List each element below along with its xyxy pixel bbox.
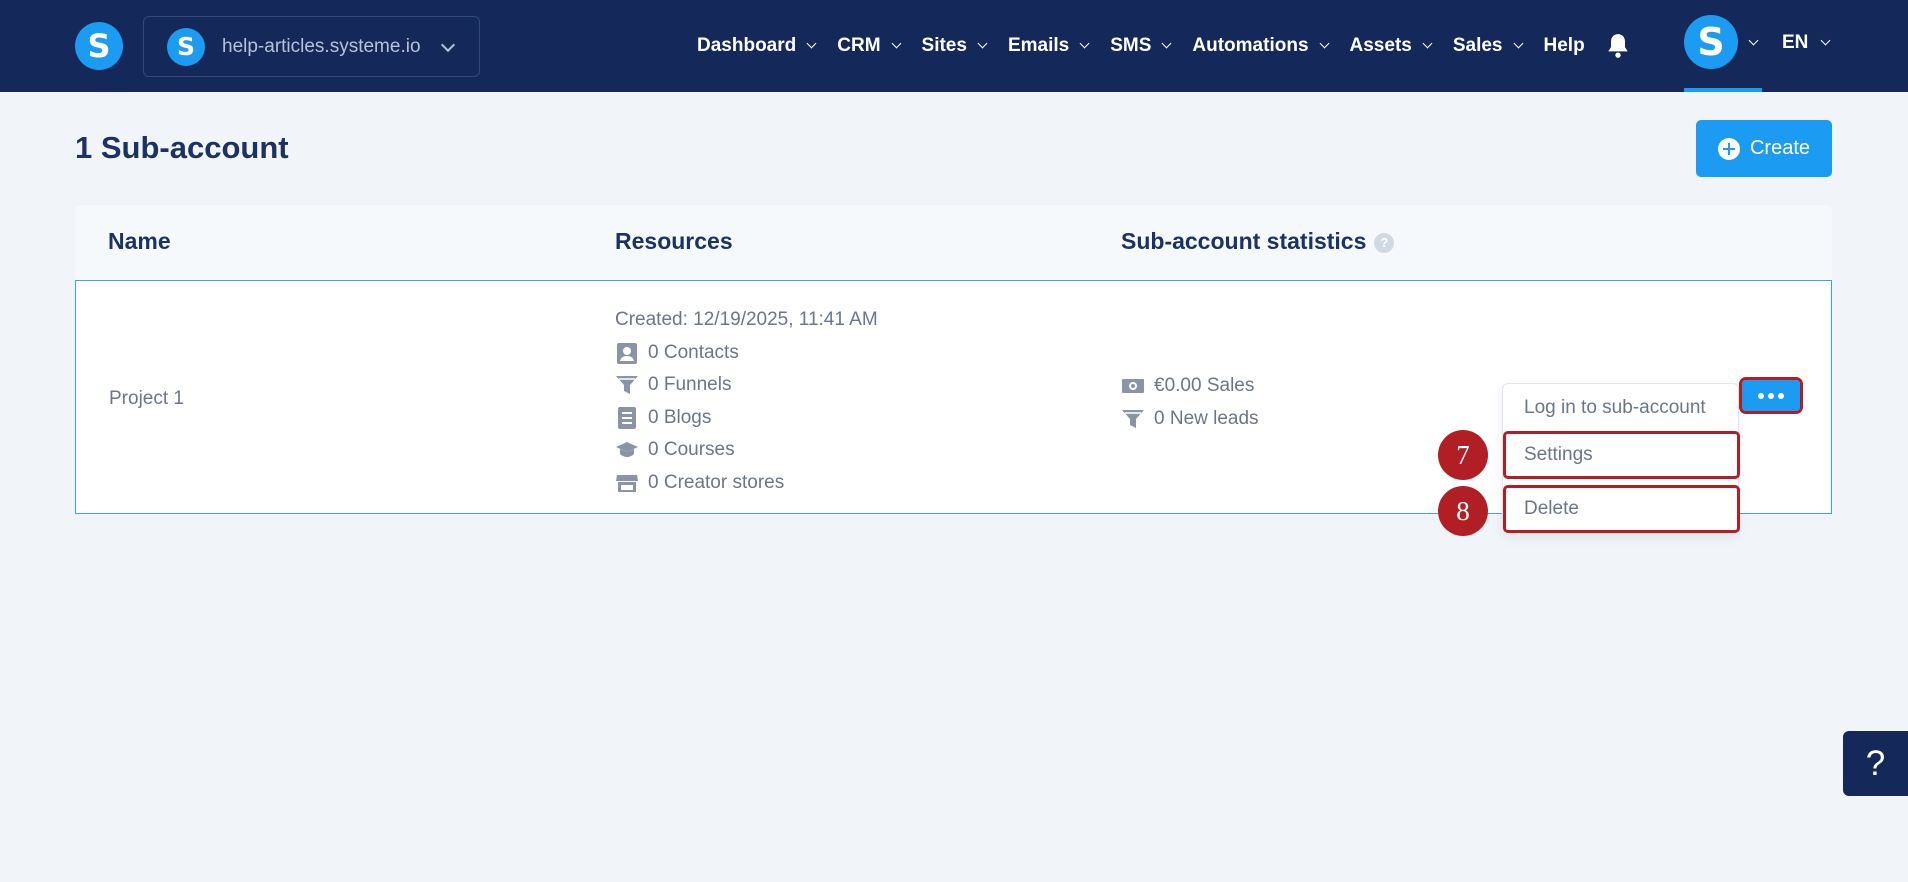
site-avatar-letter: S bbox=[176, 32, 195, 61]
row-actions-button[interactable] bbox=[1739, 377, 1803, 414]
menu-item-log-in[interactable]: Log in to sub-account bbox=[1503, 384, 1740, 432]
chevron-down-icon bbox=[977, 38, 988, 48]
top-navigation-bar: S S help-articles.systeme.io Dashboard C… bbox=[0, 0, 1908, 92]
logo-letter: S bbox=[87, 27, 111, 65]
page-title: 1 Sub-account bbox=[75, 130, 289, 165]
column-header-name: Name bbox=[108, 228, 171, 254]
user-avatar[interactable]: S bbox=[1684, 15, 1738, 69]
sub-account-name: Project 1 bbox=[109, 388, 184, 409]
nav-sites[interactable]: Sites bbox=[921, 35, 988, 57]
statistics-label: Sub-account statistics bbox=[1121, 228, 1367, 254]
language-label: EN bbox=[1782, 32, 1809, 53]
resource-blogs: 0 Blogs bbox=[615, 402, 878, 435]
resource-text: 0 Creator stores bbox=[648, 471, 785, 493]
language-selector[interactable]: EN bbox=[1782, 32, 1831, 54]
menu-item-settings[interactable]: Settings bbox=[1503, 431, 1740, 479]
column-header-resources: Resources bbox=[615, 228, 733, 254]
dot bbox=[1768, 392, 1774, 399]
nav-label: SMS bbox=[1110, 35, 1152, 56]
site-name: help-articles.systeme.io bbox=[222, 35, 421, 57]
site-avatar: S bbox=[167, 27, 205, 66]
step-marker-settings: 7 bbox=[1438, 430, 1488, 480]
nav-label: CRM bbox=[837, 35, 881, 56]
nav-label: Automations bbox=[1192, 35, 1309, 56]
store-icon bbox=[616, 474, 638, 492]
funnel-icon bbox=[616, 376, 638, 395]
nav-dashboard[interactable]: Dashboard bbox=[697, 35, 817, 57]
created-date: Created: 12/19/2025, 11:41 AM bbox=[615, 304, 878, 337]
course-icon bbox=[616, 442, 638, 458]
chevron-down-icon bbox=[1161, 38, 1172, 48]
nav-automations[interactable]: Automations bbox=[1192, 35, 1329, 57]
table-header: Name Resources Sub-account statistics? bbox=[75, 205, 1832, 281]
chevron-down-icon bbox=[806, 38, 817, 48]
active-indicator bbox=[1684, 88, 1762, 92]
nav-help[interactable]: Help bbox=[1544, 35, 1585, 57]
resource-creator-stores: 0 Creator stores bbox=[615, 467, 878, 500]
nav-label: Emails bbox=[1007, 35, 1070, 56]
resource-courses: 0 Courses bbox=[615, 434, 878, 467]
create-button[interactable]: Create bbox=[1696, 120, 1832, 177]
resource-text: 0 Courses bbox=[648, 439, 735, 461]
resource-text: 0 Blogs bbox=[648, 406, 712, 428]
chevron-down-icon[interactable] bbox=[1748, 35, 1759, 46]
chevron-down-icon bbox=[1422, 38, 1433, 48]
contacts-icon bbox=[617, 342, 637, 364]
nav-label: Assets bbox=[1349, 35, 1412, 56]
column-header-statistics: Sub-account statistics? bbox=[1121, 228, 1395, 255]
step-marker-delete: 8 bbox=[1438, 486, 1488, 536]
dot bbox=[1778, 392, 1784, 399]
stat-text: 0 New leads bbox=[1154, 407, 1259, 429]
dot bbox=[1758, 392, 1764, 399]
stat-sales: €0.00 Sales bbox=[1121, 370, 1259, 403]
blog-icon bbox=[618, 406, 636, 429]
nav-label: Sales bbox=[1452, 35, 1503, 56]
systeme-logo[interactable]: S bbox=[75, 22, 123, 70]
chevron-down-icon bbox=[1513, 38, 1523, 48]
chevron-down-icon bbox=[1319, 38, 1329, 48]
resource-text: 0 Funnels bbox=[648, 374, 732, 396]
help-button[interactable]: ? bbox=[1843, 731, 1908, 796]
stat-text: €0.00 Sales bbox=[1154, 375, 1255, 397]
chevron-down-icon bbox=[1079, 38, 1090, 48]
statistics-cell: €0.00 Sales 0 New leads bbox=[1121, 370, 1259, 435]
site-selector[interactable]: S help-articles.systeme.io bbox=[143, 16, 480, 77]
nav-assets[interactable]: Assets bbox=[1349, 35, 1433, 57]
created-text: Created: 12/19/2025, 11:41 AM bbox=[615, 309, 878, 331]
menu-item-delete[interactable]: Delete bbox=[1503, 485, 1740, 533]
nav-label: Sites bbox=[921, 35, 967, 56]
plus-circle-icon bbox=[1717, 137, 1740, 160]
nav-sales[interactable]: Sales bbox=[1452, 35, 1523, 57]
nav-label: Dashboard bbox=[697, 35, 797, 56]
main-nav: Dashboard CRM Sites Emails SMS Automatio… bbox=[697, 0, 1661, 92]
nav-crm[interactable]: CRM bbox=[837, 35, 901, 57]
money-icon bbox=[1122, 379, 1144, 394]
info-icon[interactable]: ? bbox=[1374, 232, 1395, 253]
chevron-down-icon bbox=[440, 37, 456, 53]
funnel-icon bbox=[1122, 409, 1144, 428]
chevron-down-icon bbox=[891, 38, 901, 48]
row-actions-menu: Log in to sub-account Settings Delete bbox=[1502, 383, 1740, 533]
nav-label: Help bbox=[1543, 35, 1585, 56]
nav-emails[interactable]: Emails bbox=[1007, 35, 1090, 57]
create-label: Create bbox=[1749, 137, 1811, 159]
resource-contacts: 0 Contacts bbox=[615, 337, 878, 370]
resource-text: 0 Contacts bbox=[648, 341, 739, 363]
bell-icon[interactable] bbox=[1605, 32, 1631, 60]
chevron-down-icon bbox=[1820, 35, 1831, 45]
user-avatar-letter: S bbox=[1697, 20, 1725, 64]
nav-sms[interactable]: SMS bbox=[1110, 35, 1172, 57]
stat-new-leads: 0 New leads bbox=[1121, 403, 1259, 436]
resources-cell: Created: 12/19/2025, 11:41 AM 0 Contacts… bbox=[615, 304, 878, 499]
resource-funnels: 0 Funnels bbox=[615, 369, 878, 402]
